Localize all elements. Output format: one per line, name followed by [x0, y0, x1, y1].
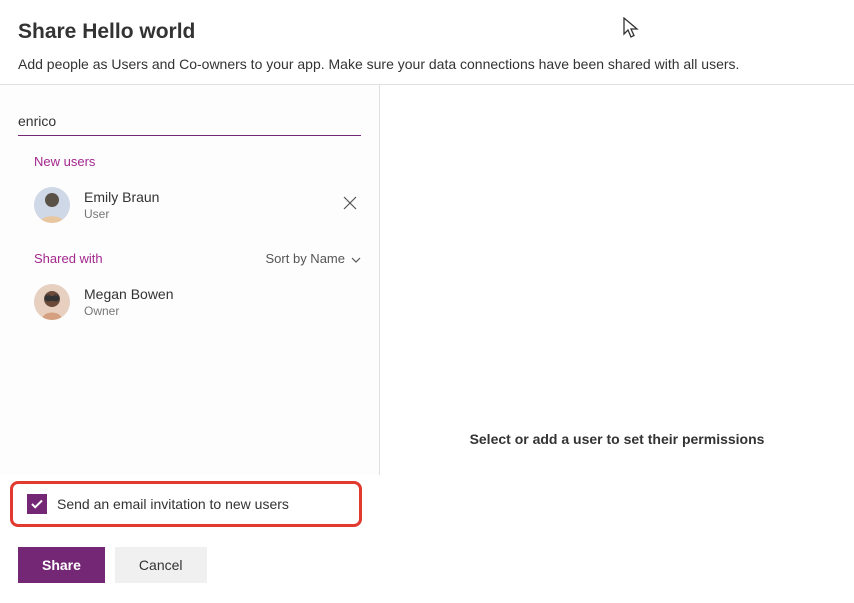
remove-user-button[interactable] [339, 192, 361, 219]
email-invitation-row: Send an email invitation to new users [10, 481, 362, 527]
new-users-label: New users [0, 136, 379, 177]
close-icon [343, 196, 357, 210]
content-area: New users Emily Braun User Shared with S… [0, 85, 854, 475]
avatar [34, 284, 70, 320]
cancel-button[interactable]: Cancel [115, 547, 207, 583]
user-role: Owner [84, 304, 361, 318]
list-item[interactable]: Emily Braun User [0, 177, 379, 233]
email-invitation-checkbox[interactable] [27, 494, 47, 514]
list-item[interactable]: Megan Bowen Owner [0, 274, 379, 330]
left-panel: New users Emily Braun User Shared with S… [0, 85, 380, 475]
user-name: Megan Bowen [84, 286, 361, 302]
user-role: User [84, 207, 325, 221]
email-invitation-label: Send an email invitation to new users [57, 496, 289, 512]
dialog-subtitle: Add people as Users and Co-owners to you… [18, 56, 836, 72]
user-info: Megan Bowen Owner [84, 286, 361, 318]
sort-dropdown[interactable]: Sort by Name [266, 251, 361, 266]
share-button[interactable]: Share [18, 547, 105, 583]
avatar [34, 187, 70, 223]
dialog-footer: Share Cancel [0, 527, 854, 603]
permissions-placeholder: Select or add a user to set their permis… [470, 431, 765, 447]
chevron-down-icon [351, 251, 361, 266]
dialog-title: Share Hello world [18, 20, 836, 44]
dialog-header: Share Hello world Add people as Users an… [0, 0, 854, 84]
check-icon [30, 497, 44, 511]
sort-label: Sort by Name [266, 251, 345, 266]
user-name: Emily Braun [84, 189, 325, 205]
right-panel: Select or add a user to set their permis… [380, 85, 854, 475]
search-input[interactable] [18, 107, 361, 136]
shared-with-label: Shared with [34, 251, 103, 266]
user-info: Emily Braun User [84, 189, 325, 221]
